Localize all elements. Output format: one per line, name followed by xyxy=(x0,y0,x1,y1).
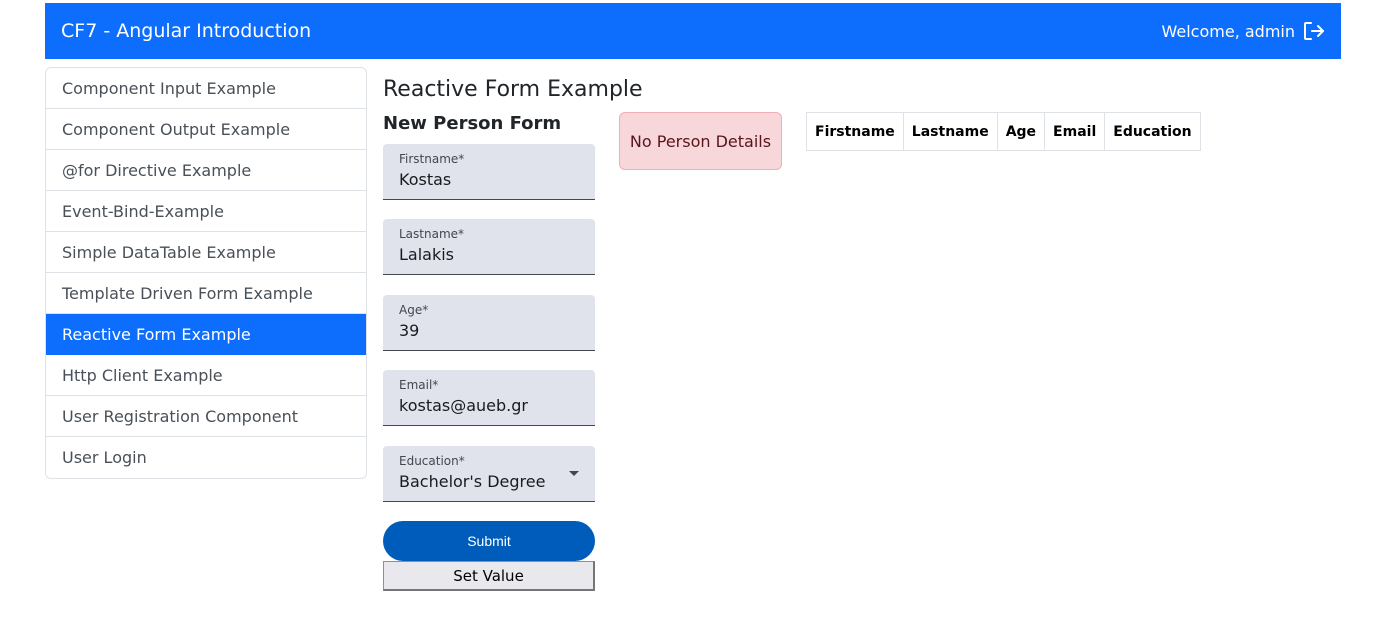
email-field[interactable]: Email* xyxy=(383,370,595,426)
education-label: Education* xyxy=(399,454,465,468)
welcome-text: Welcome, admin xyxy=(1161,21,1296,41)
firstname-label: Firstname* xyxy=(399,152,465,166)
age-input[interactable] xyxy=(399,321,579,340)
header-email: Email xyxy=(1044,112,1106,151)
set-value-button[interactable]: Set Value xyxy=(383,561,595,591)
sidebar-item-for-directive[interactable]: @for Directive Example xyxy=(46,150,366,191)
education-value: Bachelor's Degree xyxy=(399,472,546,491)
header-firstname: Firstname xyxy=(806,112,904,151)
sidebar-item-template-driven-form[interactable]: Template Driven Form Example xyxy=(46,273,366,314)
firstname-input[interactable] xyxy=(399,170,579,189)
age-label: Age* xyxy=(399,303,429,317)
alert-text: No Person Details xyxy=(629,131,772,151)
header-age: Age xyxy=(996,112,1046,151)
user-area: Welcome, admin xyxy=(1162,3,1326,59)
brand-title[interactable]: CF7 - Angular Introduction xyxy=(61,3,311,59)
chevron-down-icon[interactable] xyxy=(569,471,579,476)
lastname-label: Lastname* xyxy=(399,227,465,241)
sidebar-item-component-input[interactable]: Component Input Example xyxy=(46,68,366,109)
lastname-input[interactable] xyxy=(399,245,579,264)
person-table: Firstname Lastname Age Email Education xyxy=(806,112,1201,151)
firstname-field[interactable]: Firstname* xyxy=(383,144,595,200)
header-lastname: Lastname xyxy=(902,112,998,151)
sidebar-item-component-output[interactable]: Component Output Example xyxy=(46,109,366,150)
form-title: New Person Form xyxy=(383,113,562,134)
sidebar-item-simple-datatable[interactable]: Simple DataTable Example xyxy=(46,232,366,273)
age-field[interactable]: Age* xyxy=(383,295,595,351)
email-label: Email* xyxy=(399,378,439,392)
sidebar-item-user-registration[interactable]: User Registration Component xyxy=(46,396,366,437)
lastname-field[interactable]: Lastname* xyxy=(383,219,595,275)
sidebar-item-event-bind[interactable]: Event-Bind-Example xyxy=(46,191,366,232)
header-education: Education xyxy=(1104,112,1201,151)
logout-icon[interactable] xyxy=(1303,21,1325,41)
education-select[interactable]: Education* Bachelor's Degree xyxy=(383,446,595,502)
sidebar-menu: Component Input Example Component Output… xyxy=(45,67,367,479)
sidebar-item-http-client[interactable]: Http Client Example xyxy=(46,355,366,396)
submit-button[interactable]: Submit xyxy=(383,521,595,561)
email-input[interactable] xyxy=(399,396,579,415)
table-header-row: Firstname Lastname Age Email Education xyxy=(806,112,1201,151)
sidebar-item-reactive-form[interactable]: Reactive Form Example xyxy=(46,314,366,355)
sidebar-item-user-login[interactable]: User Login xyxy=(46,437,366,478)
navbar: CF7 - Angular Introduction Welcome, admi… xyxy=(45,3,1341,59)
page-title: Reactive Form Example xyxy=(383,77,643,102)
no-person-alert: No Person Details xyxy=(619,112,782,170)
